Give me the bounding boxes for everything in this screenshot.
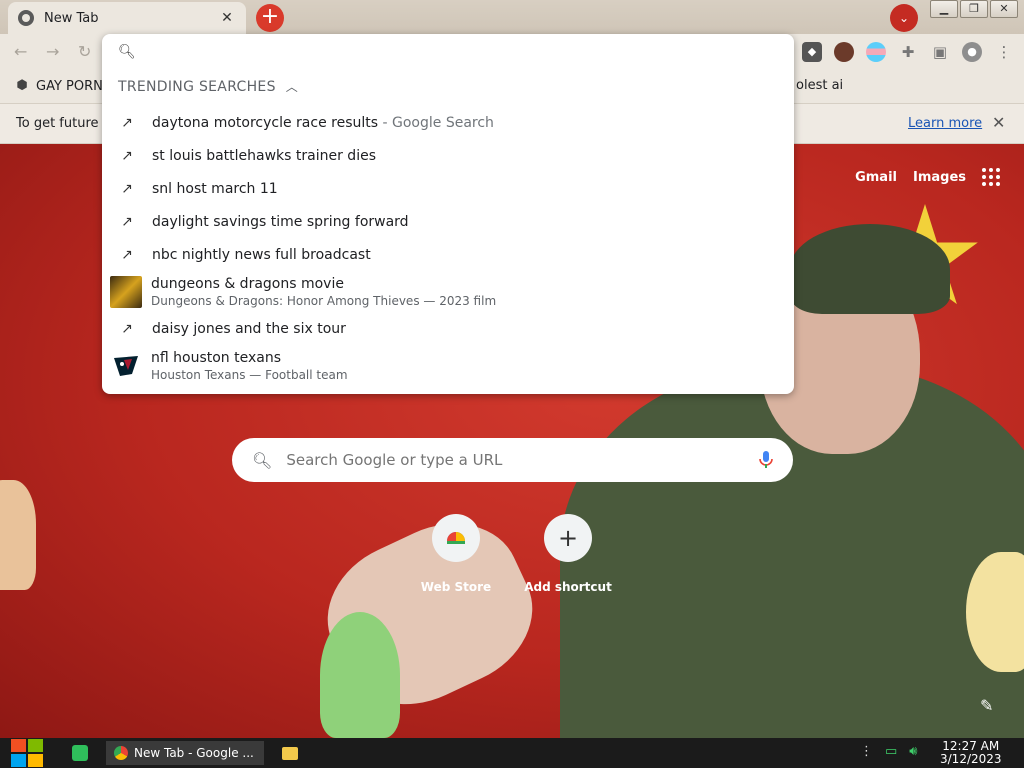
search-icon: 🔍︎ [118, 44, 136, 60]
ntp-search-box[interactable]: 🔍︎ [232, 438, 793, 482]
learn-more-link[interactable]: Learn more [908, 116, 982, 131]
plus-icon: + [544, 514, 592, 562]
cartoon-sticker-bottom [320, 612, 400, 738]
microphone-icon[interactable] [759, 451, 773, 469]
window-controls: ▁ ❐ ✕ [928, 0, 1018, 18]
trending-icon: ↗ [121, 247, 133, 263]
forward-icon[interactable]: → [46, 42, 59, 61]
omnibox-row: 🔍︎ [102, 34, 794, 70]
gmail-link[interactable]: Gmail [855, 170, 897, 185]
extension-icons: ◆ ✚ ▣ ● ⋮ [802, 42, 1014, 62]
search-icon: 🔍︎ [252, 450, 273, 470]
system-tray: ⋮ ▭ 🔊︎ [860, 744, 918, 759]
ntp-header-links: Gmail Images [855, 168, 1000, 186]
ublock-icon[interactable]: ◆ [802, 42, 822, 62]
info-bar-text: To get future [16, 116, 99, 131]
chrome-icon [114, 746, 128, 760]
reload-icon[interactable]: ↻ [78, 42, 91, 61]
bookmark-item[interactable]: ⬢ GAY PORN [14, 78, 103, 94]
suggestion-row[interactable]: ↗ nbc nightly news full broadcast [102, 244, 794, 266]
webstore-icon [432, 514, 480, 562]
back-icon[interactable]: ← [14, 42, 27, 61]
suggestion-row[interactable]: ↗ st louis battlehawks trainer dies [102, 145, 794, 167]
new-tab-button[interactable]: + [256, 4, 284, 32]
shortcut-add[interactable]: + Add shortcut [518, 514, 618, 594]
suggestion-row[interactable]: dungeons & dragons movie Dungeons & Drag… [102, 274, 794, 310]
cartoon-sticker-left [0, 480, 36, 590]
taskbar-chrome-window[interactable]: New Tab - Google ... [106, 741, 264, 765]
suggestion-row[interactable]: ↗ daytona motorcycle race results - Goog… [102, 112, 794, 134]
trending-icon: ↗ [121, 214, 133, 230]
trending-icon: ↗ [121, 148, 133, 164]
taskbar: New Tab - Google ... ⋮ ▭ 🔊︎ 12:27 AM 3/1… [0, 738, 1024, 768]
trending-searches-header[interactable]: TRENDING SEARCHES ︿ [118, 78, 298, 95]
shield-icon: ⬢ [16, 78, 28, 93]
network-icon[interactable]: ▭ [885, 744, 897, 759]
images-link[interactable]: Images [913, 170, 966, 185]
tab-search-button[interactable]: ⌄ [890, 4, 918, 32]
trending-icon: ↗ [121, 181, 133, 197]
maximize-button[interactable]: ❐ [960, 0, 988, 18]
trending-icon: ↗ [121, 115, 133, 131]
movie-thumbnail [110, 276, 142, 308]
background-figure-cap [790, 224, 950, 314]
minimize-button[interactable]: ▁ [930, 0, 958, 18]
tab-title: New Tab [44, 10, 99, 26]
omnibox-input[interactable] [151, 44, 752, 60]
chrome-icon [18, 10, 34, 26]
profile-icon[interactable]: ● [962, 42, 982, 62]
bookmark-item[interactable]: olest ai [796, 78, 843, 93]
shortcut-web-store[interactable]: Web Store [406, 514, 506, 594]
suggestion-row[interactable]: nfl houston texans Houston Texans — Foot… [102, 348, 794, 384]
file-explorer-icon[interactable] [282, 741, 300, 765]
volume-icon[interactable]: 🔊︎ [909, 744, 917, 759]
clock[interactable]: 12:27 AM 3/12/2023 [940, 740, 1002, 766]
tab-new-tab[interactable]: New Tab ✕ [8, 2, 246, 34]
puzzle-icon[interactable]: ✚ [898, 42, 918, 62]
omnibox-dropdown: 🔍︎ TRENDING SEARCHES ︿ ↗ daytona motorcy… [102, 34, 794, 394]
ntp-search-input[interactable] [286, 451, 759, 469]
overflow-icon[interactable]: ⋮ [860, 744, 873, 759]
shortcut-label: Add shortcut [524, 580, 612, 594]
notes-app-icon[interactable] [72, 741, 90, 765]
trending-icon: ↗ [121, 321, 133, 337]
menu-icon[interactable]: ⋮ [994, 42, 1014, 62]
suggestion-row[interactable]: ↗ daisy jones and the six tour [102, 318, 794, 340]
texans-logo [110, 350, 142, 382]
info-bar-close-icon[interactable]: ✕ [992, 113, 1005, 132]
avatar-extension-icon[interactable] [834, 42, 854, 62]
close-window-button[interactable]: ✕ [990, 0, 1018, 18]
suggestion-row[interactable]: ↗ snl host march 11 [102, 178, 794, 200]
start-button[interactable] [10, 738, 44, 768]
customize-pencil-icon[interactable]: ✎ [980, 696, 993, 715]
suggestion-row[interactable]: ↗ daylight savings time spring forward [102, 211, 794, 233]
tab-strip: New Tab ✕ + ⌄ ▁ ❐ ✕ [0, 0, 1024, 34]
shortcut-label: Web Store [420, 580, 492, 594]
chevron-up-icon[interactable]: ︿ [286, 78, 298, 95]
sidebar-icon[interactable]: ▣ [930, 42, 950, 62]
apps-grid-icon[interactable] [982, 168, 1000, 186]
flag-extension-icon[interactable] [866, 42, 886, 62]
tab-close-icon[interactable]: ✕ [218, 10, 236, 26]
